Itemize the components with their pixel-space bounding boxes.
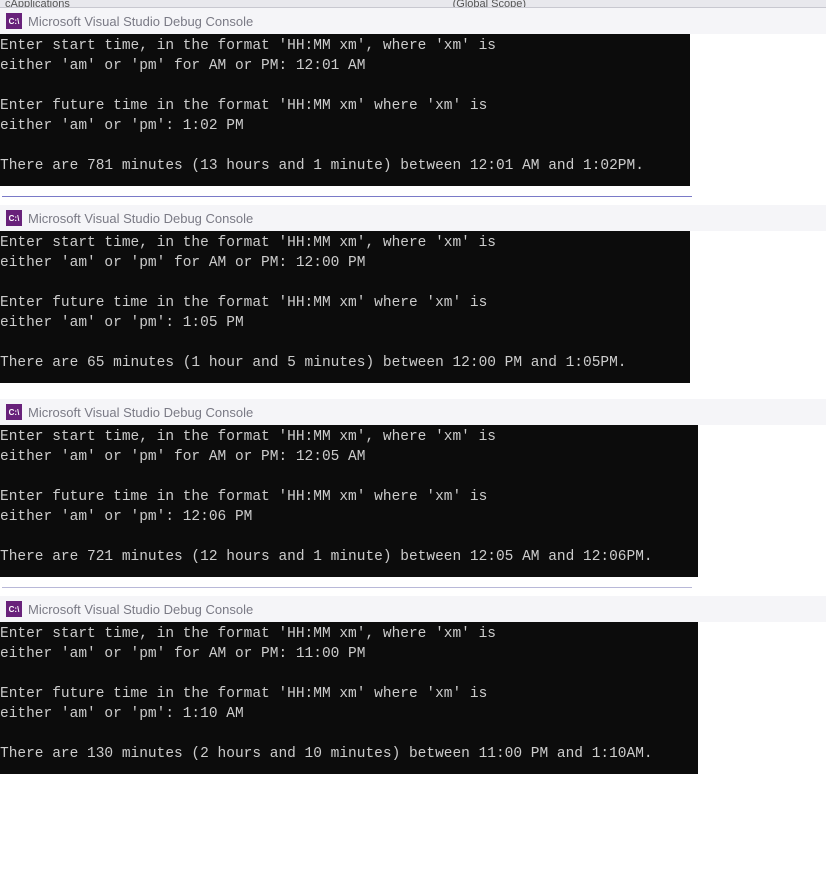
window-title: Microsoft Visual Studio Debug Console	[28, 211, 253, 226]
console-output[interactable]: Enter start time, in the format 'HH:MM x…	[0, 34, 690, 186]
console-output[interactable]: Enter start time, in the format 'HH:MM x…	[0, 622, 698, 774]
vs-console-icon: C:\	[6, 404, 22, 420]
vs-console-icon: C:\	[6, 13, 22, 29]
separator-line	[2, 196, 692, 197]
vs-console-icon: C:\	[6, 210, 22, 226]
window-title: Microsoft Visual Studio Debug Console	[28, 405, 253, 420]
separator-line	[2, 587, 692, 588]
console-window-4: C:\ Microsoft Visual Studio Debug Consol…	[0, 596, 826, 774]
window-title: Microsoft Visual Studio Debug Console	[28, 602, 253, 617]
window-title: Microsoft Visual Studio Debug Console	[28, 14, 253, 29]
title-bar[interactable]: C:\ Microsoft Visual Studio Debug Consol…	[0, 205, 826, 231]
console-window-2: C:\ Microsoft Visual Studio Debug Consol…	[0, 205, 826, 383]
console-window-3: C:\ Microsoft Visual Studio Debug Consol…	[0, 399, 826, 577]
title-bar[interactable]: C:\ Microsoft Visual Studio Debug Consol…	[0, 8, 826, 34]
vs-console-icon: C:\	[6, 601, 22, 617]
top-bar-right-text: (Global Scope)	[453, 0, 826, 8]
console-output[interactable]: Enter start time, in the format 'HH:MM x…	[0, 231, 690, 383]
title-bar[interactable]: C:\ Microsoft Visual Studio Debug Consol…	[0, 596, 826, 622]
console-window-1: C:\ Microsoft Visual Studio Debug Consol…	[0, 8, 826, 186]
ide-top-bar: cApplications (Global Scope)	[0, 0, 826, 8]
title-bar[interactable]: C:\ Microsoft Visual Studio Debug Consol…	[0, 399, 826, 425]
top-bar-left-text: cApplications	[0, 0, 453, 8]
console-output[interactable]: Enter start time, in the format 'HH:MM x…	[0, 425, 698, 577]
